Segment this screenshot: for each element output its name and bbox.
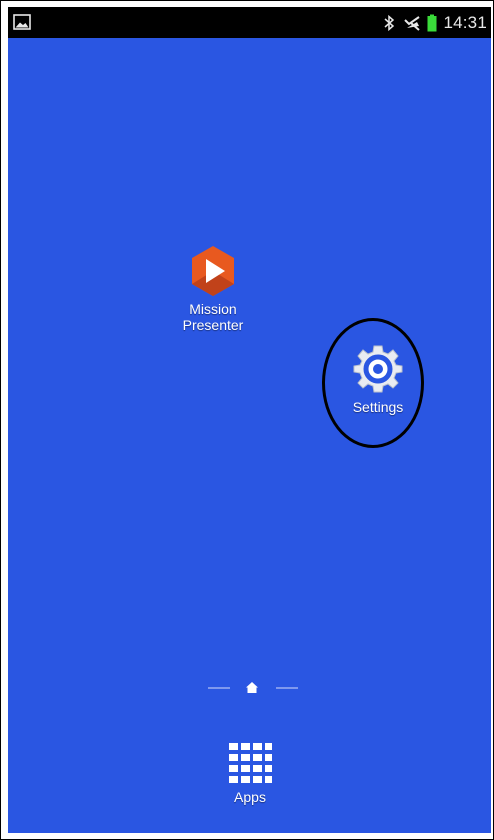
page-dash-right [276,687,298,689]
mission-presenter-icon [192,246,234,296]
battery-icon [427,14,437,31]
bluetooth-icon [384,14,395,31]
home-icon [246,682,258,693]
screenshot-frame: 14:31 Mission Presenter Settings Apps [0,0,494,840]
apps-label: Apps [234,789,266,805]
page-indicator[interactable] [208,681,298,695]
highlight-circle [322,318,424,448]
mission-presenter-label: Mission Presenter [182,301,244,333]
status-icons: 14:31 [381,7,487,38]
mission-presenter-app[interactable]: Mission Presenter [173,245,253,333]
status-time: 14:31 [443,12,487,32]
page-dash-left [208,687,230,689]
home-screen: 14:31 Mission Presenter Settings Apps [8,7,491,833]
status-bar: 14:31 [8,7,491,38]
apps-grid-icon [229,743,272,783]
mute-icon [404,15,421,31]
gallery-notification-icon [13,14,31,30]
apps-button[interactable]: Apps [215,741,285,805]
